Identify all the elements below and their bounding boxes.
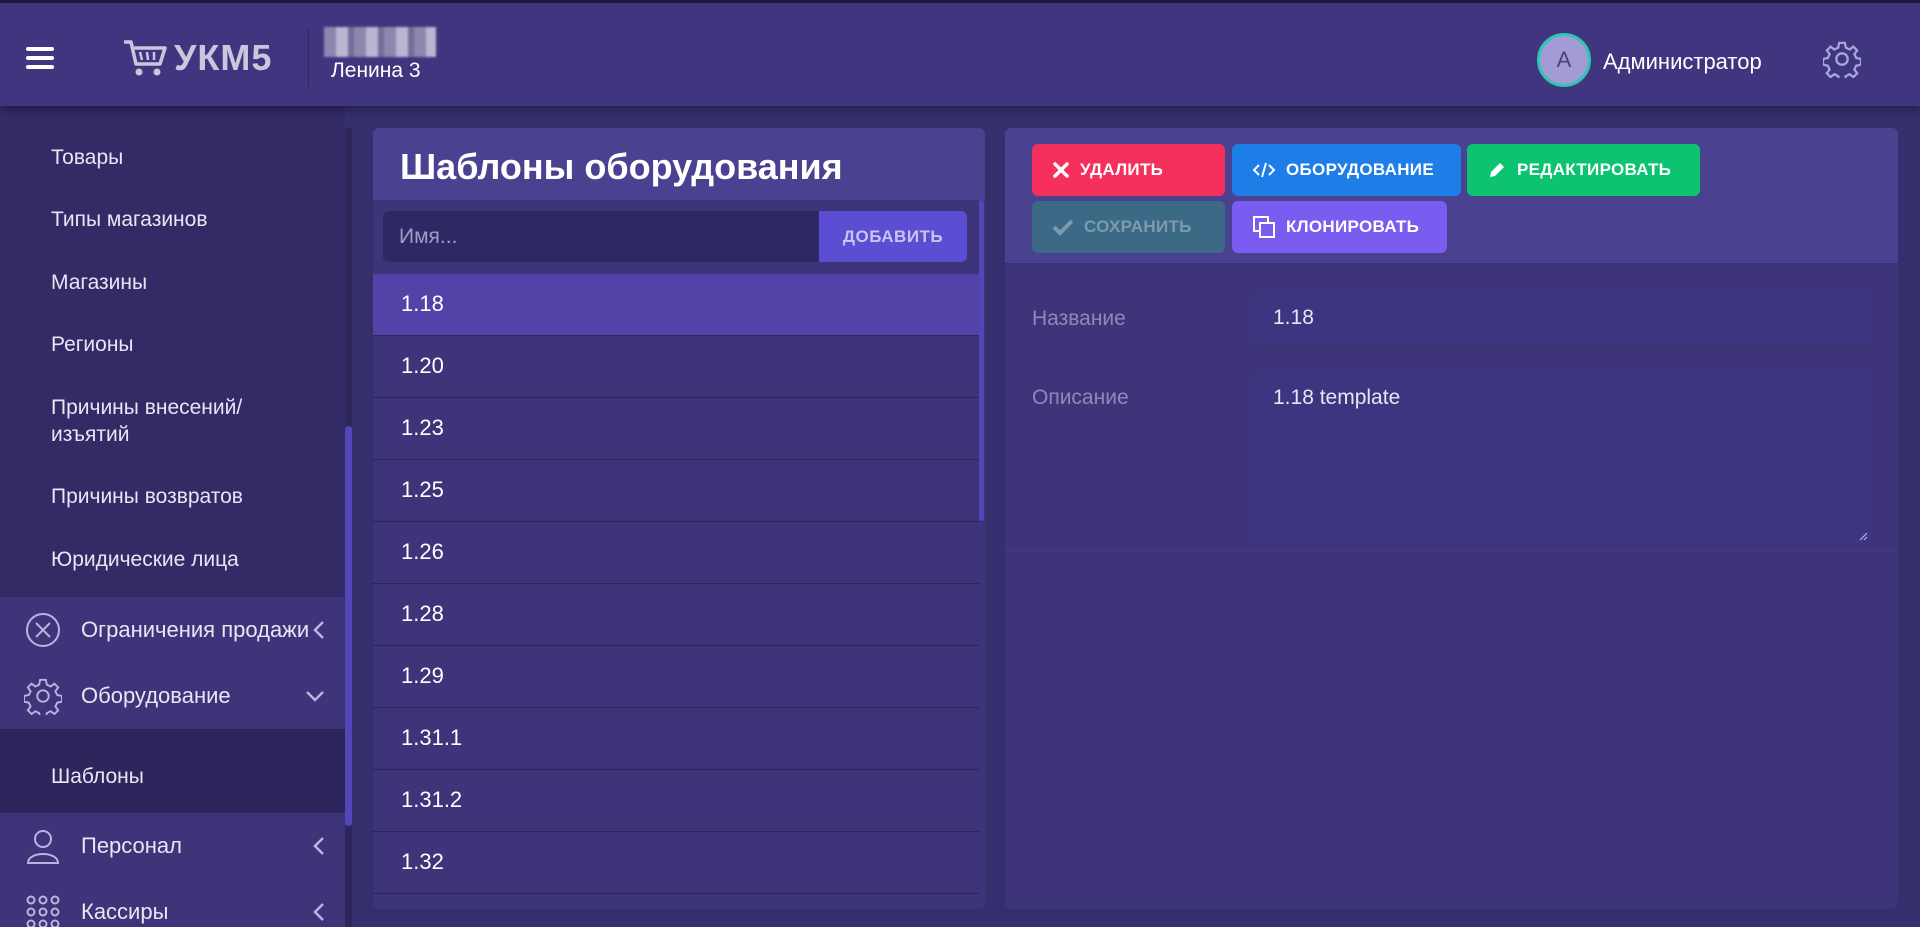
list-item-label: 1.31.1	[401, 725, 463, 750]
pencil-icon	[1490, 163, 1504, 177]
list-item-label: 1.32	[401, 849, 444, 874]
settings-icon[interactable]	[1823, 40, 1861, 78]
chevron-left-icon	[313, 621, 324, 639]
equipment-button-label: ОБОРУДОВАНИЕ	[1286, 160, 1434, 179]
sidebar-group-label: Кассиры	[81, 899, 169, 924]
edit-button-label: РЕДАКТИРОВАТЬ	[1517, 160, 1672, 179]
list-item[interactable]: 1.28	[373, 584, 979, 646]
avatar[interactable]: A	[1537, 33, 1591, 87]
sidebar-item-templates[interactable]: Шаблоны	[51, 763, 144, 790]
save-button[interactable]: СОХРАНИТЬ	[1032, 201, 1225, 253]
sidebar-item-return-reasons[interactable]: Причины возвратов	[51, 483, 243, 510]
sidebar-item-stores[interactable]: Магазины	[51, 269, 147, 296]
list-item[interactable]: 1.31.1	[373, 708, 979, 770]
templates-panel: Шаблоны оборудования ДОБАВИТЬ 1.18 1.20 …	[373, 128, 985, 909]
clone-button[interactable]: КЛОНИРОВАТЬ	[1232, 201, 1447, 253]
description-value: 1.18 template	[1273, 386, 1401, 409]
sidebar-group-cashiers[interactable]: Кассиры	[0, 879, 345, 927]
form-divider	[1005, 550, 1898, 551]
list-item-label: 1.25	[401, 477, 444, 502]
clone-icon	[1253, 216, 1275, 238]
hamburger-menu-icon[interactable]	[26, 47, 54, 69]
resize-handle-icon[interactable]	[1858, 531, 1868, 541]
template-name-input[interactable]	[383, 211, 819, 262]
clone-button-label: КЛОНИРОВАТЬ	[1286, 217, 1420, 236]
cart-icon	[124, 40, 167, 76]
list-item-label: 1.29	[401, 663, 444, 688]
check-icon	[1052, 219, 1074, 236]
list-item[interactable]: 1.29	[373, 646, 979, 708]
times-icon	[1053, 162, 1069, 178]
save-button-label: СОХРАНИТЬ	[1084, 217, 1192, 236]
sidebar-group-sales-limits[interactable]: Ограничения продажи	[0, 597, 345, 663]
list-item[interactable]: 1.18	[373, 274, 979, 336]
code-icon	[1252, 162, 1276, 178]
logo[interactable]: УКМ5	[122, 37, 272, 79]
logo-text: УКМ5	[174, 37, 273, 78]
list-item[interactable]: 1.32	[373, 832, 979, 894]
list-item[interactable]: 1.23	[373, 398, 979, 460]
list-item-label: 1.20	[401, 353, 444, 378]
top-bar: УКМ5 Ленина 3 A Администратор	[0, 0, 1920, 106]
chevron-left-icon	[313, 837, 324, 855]
user-icon	[26, 830, 60, 864]
list-item[interactable]: 1.26	[373, 522, 979, 584]
list-item-label: 1.23	[401, 415, 444, 440]
chevron-left-icon	[313, 903, 324, 921]
gear-icon	[24, 678, 62, 715]
store-code-blurred	[324, 27, 436, 57]
delete-button-label: УДАЛИТЬ	[1080, 160, 1164, 179]
templates-list: 1.18 1.20 1.23 1.25 1.26 1.28 1.29 1.31.…	[373, 274, 979, 894]
sidebar: Товары Типы магазинов Магазины Регионы П…	[0, 106, 345, 927]
toolbar: УДАЛИТЬ ОБОРУДОВАНИЕ РЕДАКТИРОВАТЬ СОХРА…	[1005, 128, 1898, 264]
add-template-row: ДОБАВИТЬ	[383, 211, 967, 262]
sidebar-group-equipment[interactable]: Оборудование	[0, 663, 345, 729]
description-field[interactable]: 1.18 template	[1251, 372, 1871, 544]
list-item[interactable]: 1.25	[373, 460, 979, 522]
sidebar-item-regions[interactable]: Регионы	[51, 331, 134, 358]
sidebar-scrollbar[interactable]	[345, 128, 352, 927]
list-item-label: 1.26	[401, 539, 444, 564]
sidebar-group-label: Персонал	[81, 833, 182, 858]
sidebar-scroll-thumb[interactable]	[345, 426, 352, 826]
header-divider	[308, 27, 309, 87]
sidebar-group-label: Оборудование	[81, 683, 231, 708]
list-item-label: 1.28	[401, 601, 444, 626]
list-item-label: 1.31.2	[401, 787, 463, 812]
sidebar-item-store-types[interactable]: Типы магазинов	[51, 206, 208, 233]
description-label: Описание	[1032, 386, 1129, 409]
sidebar-item-deposit-reasons[interactable]: Причины внесений/ изъятий	[51, 394, 291, 448]
chevron-down-icon	[306, 691, 324, 702]
store-name[interactable]: Ленина 3	[331, 59, 421, 83]
templates-list-scrollbar[interactable]	[979, 200, 984, 521]
sidebar-item-legal-entities[interactable]: Юридические лица	[51, 546, 239, 573]
sidebar-group-label: Ограничения продажи	[81, 617, 310, 642]
sidebar-item-goods[interactable]: Товары	[51, 144, 123, 171]
sidebar-group-staff[interactable]: Персонал	[0, 813, 345, 879]
edit-button[interactable]: РЕДАКТИРОВАТЬ	[1467, 144, 1700, 196]
page-title: Шаблоны оборудования	[400, 146, 843, 187]
equipment-button[interactable]: ОБОРУДОВАНИЕ	[1232, 144, 1461, 196]
add-button[interactable]: ДОБАВИТЬ	[819, 211, 967, 262]
name-field[interactable]: 1.18	[1251, 292, 1871, 344]
cancel-circle-icon	[26, 613, 60, 647]
grid-icon	[26, 895, 60, 927]
list-item-label: 1.18	[401, 291, 444, 316]
delete-button[interactable]: УДАЛИТЬ	[1032, 144, 1225, 196]
list-item[interactable]: 1.31.2	[373, 770, 979, 832]
template-detail-panel: УДАЛИТЬ ОБОРУДОВАНИЕ РЕДАКТИРОВАТЬ СОХРА…	[1005, 128, 1898, 909]
name-label: Название	[1032, 307, 1126, 330]
user-name[interactable]: Администратор	[1603, 49, 1762, 75]
list-item[interactable]: 1.20	[373, 336, 979, 398]
